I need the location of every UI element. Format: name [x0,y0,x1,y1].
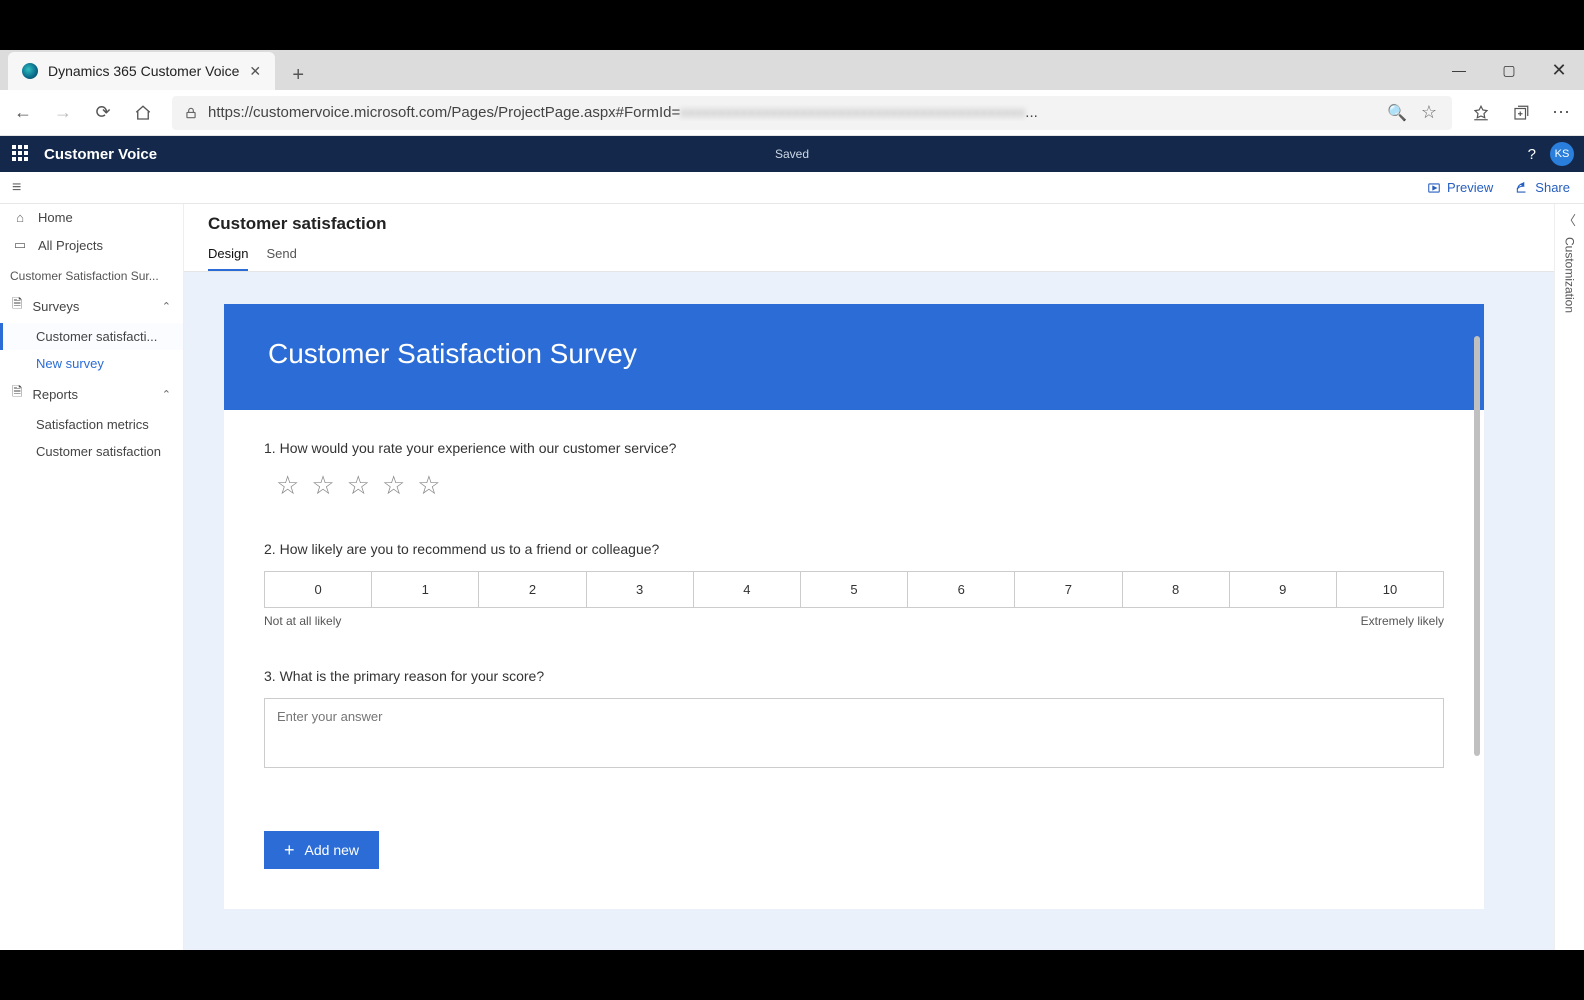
favorites-bar-icon[interactable] [1470,102,1492,124]
app-launcher-icon[interactable] [12,145,30,163]
sidebar-item-report[interactable]: Customer satisfaction [0,438,183,465]
survey-title: Customer Satisfaction Survey [268,338,637,369]
nps-option[interactable]: 5 [801,572,908,607]
nps-option[interactable]: 8 [1123,572,1230,607]
address-bar: ← → ⟳ https://customervoice.microsoft.co… [0,90,1584,136]
nps-option[interactable]: 6 [908,572,1015,607]
sidebar: ⌂ Home ▭ All Projects Customer Satisfact… [0,204,184,950]
tab-design[interactable]: Design [208,240,248,271]
customization-toggle[interactable]: Customization [1563,237,1577,313]
chevron-left-icon[interactable]: 〈 [1563,210,1576,229]
favicon-icon [22,63,38,79]
sidebar-group-surveys[interactable]: 🗎 Surveys ⌃ [0,289,183,323]
scrollbar-thumb[interactable] [1474,336,1480,756]
design-canvas: Customer Satisfaction Survey 1. How woul… [184,272,1584,950]
question-3[interactable]: 3. What is the primary reason for your s… [264,668,1444,771]
close-window-button[interactable]: ✕ [1534,50,1584,90]
browser-tab[interactable]: Dynamics 365 Customer Voice ✕ [8,52,275,90]
customization-rail: 〈 Customization [1554,204,1584,950]
star-icon[interactable]: ☆ [417,470,440,501]
survey-body: 1. How would you rate your experience wi… [224,410,1484,909]
nps-option[interactable]: 9 [1230,572,1337,607]
refresh-button[interactable]: ⟳ [92,102,114,124]
nps-option[interactable]: 1 [372,572,479,607]
star-icon[interactable]: ☆ [311,470,334,501]
new-tab-button[interactable]: + [283,60,313,90]
question-2[interactable]: 2. How likely are you to recommend us to… [264,541,1444,628]
tab-title: Dynamics 365 Customer Voice [48,63,239,79]
more-icon[interactable]: ⋯ [1550,102,1572,124]
sidebar-item-report[interactable]: Satisfaction metrics [0,411,183,438]
nps-option[interactable]: 10 [1337,572,1443,607]
reports-icon: 🗎 [12,383,22,405]
home-icon: ⌂ [12,210,28,225]
zoom-icon[interactable]: 🔍 [1386,102,1408,124]
url-box[interactable]: https://customervoice.microsoft.com/Page… [172,96,1452,130]
forward-button[interactable]: → [52,102,74,124]
browser-tab-bar: Dynamics 365 Customer Voice ✕ + — ▢ ✕ [0,50,1584,90]
url-text: https://customervoice.microsoft.com/Page… [208,104,1376,121]
sidebar-item-new-survey[interactable]: New survey [0,350,183,377]
avatar[interactable]: KS [1550,142,1574,166]
nps-scale: 0 1 2 3 4 5 6 7 8 9 10 [264,571,1444,608]
chevron-up-icon: ⌃ [162,388,171,401]
nps-high-label: Extremely likely [1361,614,1444,628]
collections-icon[interactable] [1510,102,1532,124]
sidebar-group-reports[interactable]: 🗎 Reports ⌃ [0,377,183,411]
tab-send[interactable]: Send [266,240,296,271]
preview-button[interactable]: Preview [1427,180,1493,195]
survey-header[interactable]: Customer Satisfaction Survey [224,304,1484,410]
question-1[interactable]: 1. How would you rate your experience wi… [264,440,1444,501]
nps-option[interactable]: 3 [587,572,694,607]
chevron-up-icon: ⌃ [162,300,171,313]
back-button[interactable]: ← [12,102,34,124]
letterbox: Dynamics 365 Customer Voice ✕ + — ▢ ✕ ← … [0,0,1584,1000]
main-area: ⌂ Home ▭ All Projects Customer Satisfact… [0,204,1584,950]
share-button[interactable]: Share [1515,180,1570,195]
content-panel: Customer satisfaction Design Send Custom… [184,204,1584,950]
lock-icon [184,106,198,120]
rating-stars: ☆ ☆ ☆ ☆ ☆ [264,470,1444,501]
sidebar-item-survey[interactable]: Customer satisfacti... [0,323,183,350]
minimize-button[interactable]: — [1434,50,1484,90]
surveys-icon: 🗎 [12,295,22,317]
browser-window: Dynamics 365 Customer Voice ✕ + — ▢ ✕ ← … [0,50,1584,950]
nps-option[interactable]: 7 [1015,572,1122,607]
page-tabs: Design Send [184,234,1584,271]
projects-icon: ▭ [12,237,28,253]
page-title: Customer satisfaction [184,204,1584,234]
app-header: Customer Voice Saved ? KS [0,136,1584,172]
favorite-icon[interactable]: ☆ [1418,102,1440,124]
hamburger-icon[interactable]: ≡ [12,179,21,197]
maximize-button[interactable]: ▢ [1484,50,1534,90]
nps-option[interactable]: 2 [479,572,586,607]
nps-option[interactable]: 0 [265,572,372,607]
plus-icon: + [284,841,295,859]
sidebar-home[interactable]: ⌂ Home [0,204,183,231]
close-tab-icon[interactable]: ✕ [249,63,261,80]
star-icon[interactable]: ☆ [347,470,370,501]
nps-low-label: Not at all likely [264,614,341,628]
sidebar-all-projects[interactable]: ▭ All Projects [0,231,183,259]
star-icon[interactable]: ☆ [382,470,405,501]
star-icon[interactable]: ☆ [276,470,299,501]
window-controls: — ▢ ✕ [1434,50,1584,90]
add-new-button[interactable]: + Add new [264,831,379,869]
home-button[interactable] [132,102,154,124]
answer-input[interactable] [264,698,1444,768]
app-name: Customer Voice [44,146,157,163]
nps-option[interactable]: 4 [694,572,801,607]
project-name[interactable]: Customer Satisfaction Sur... [0,259,183,289]
command-bar: ≡ Preview Share [0,172,1584,204]
save-status: Saved [775,147,809,161]
help-icon[interactable]: ? [1528,146,1536,163]
